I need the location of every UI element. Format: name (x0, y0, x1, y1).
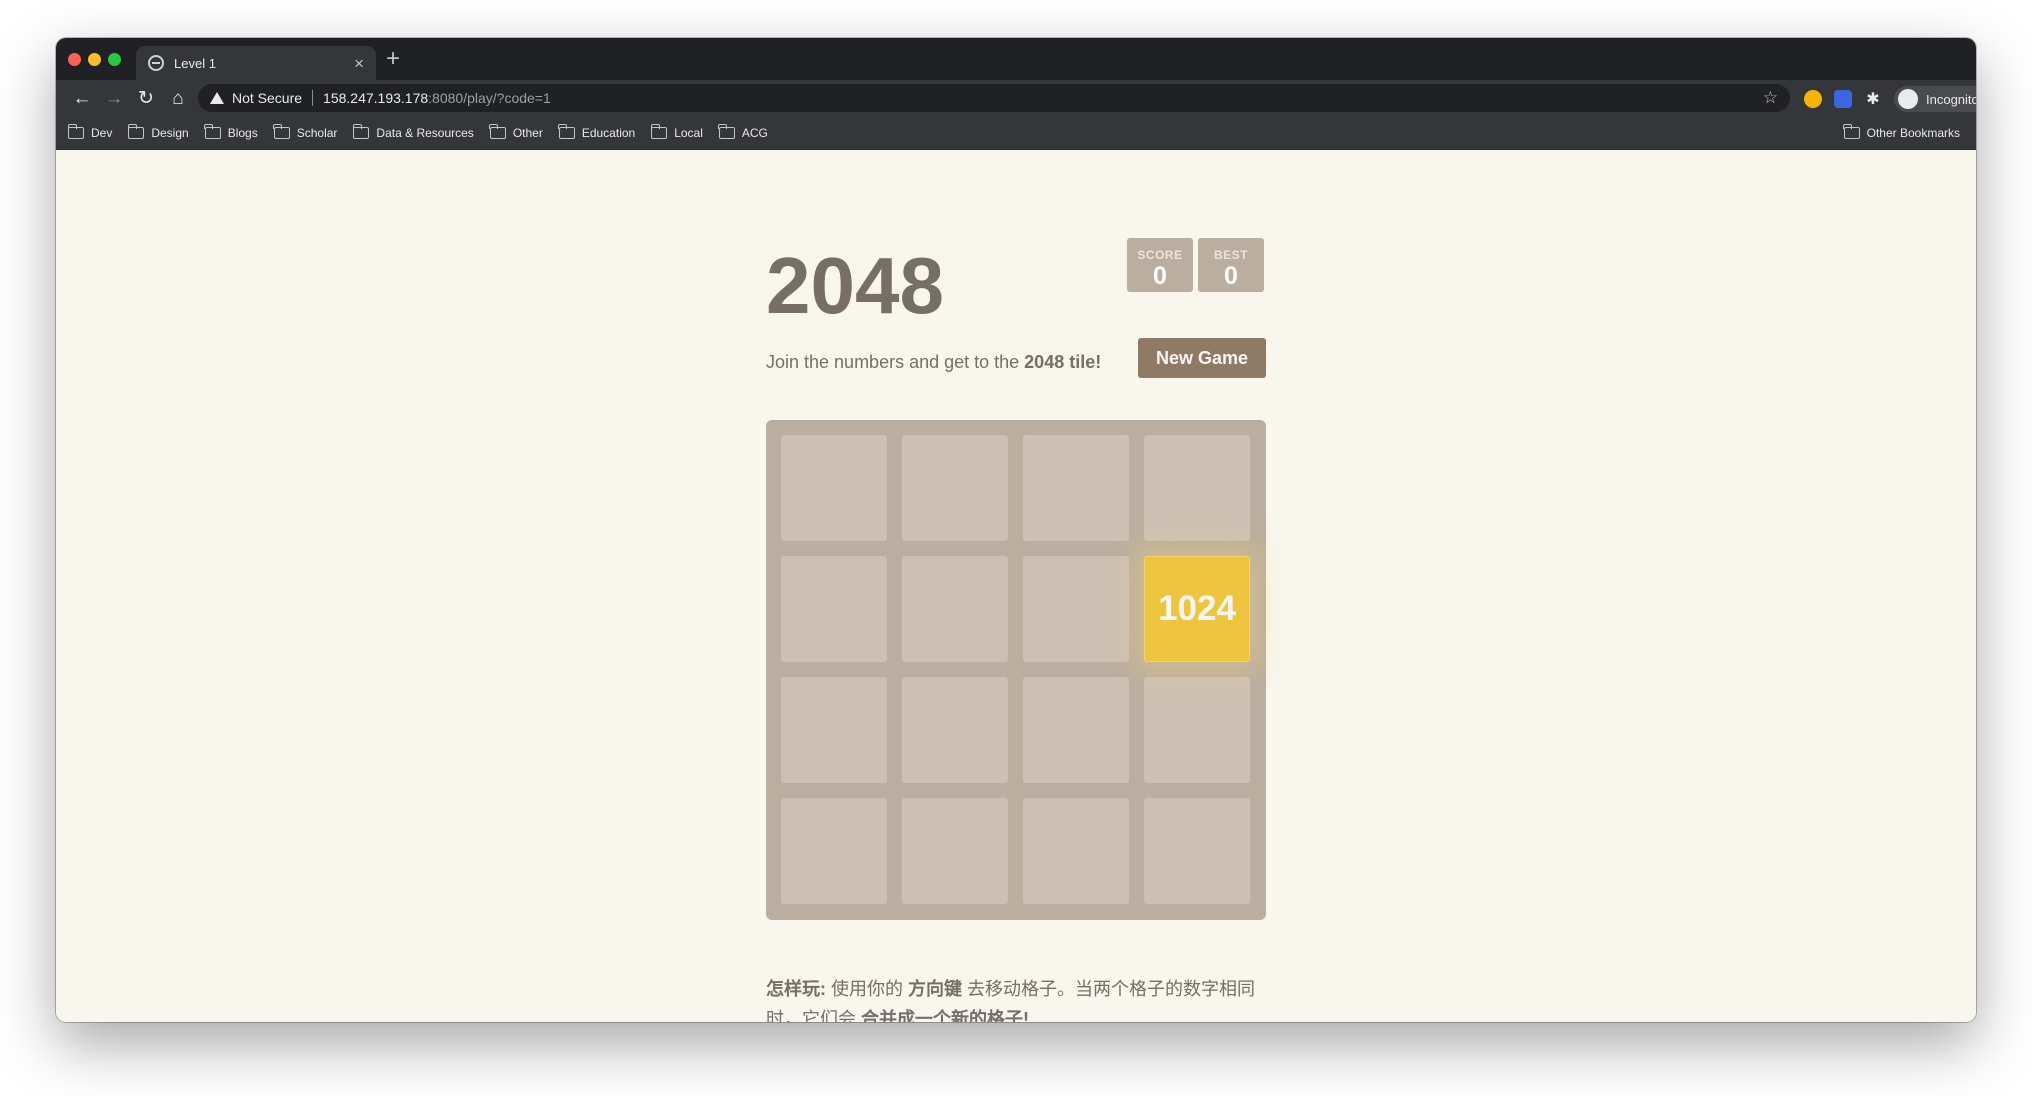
bookmark-label: Other Bookmarks (1866, 125, 1960, 140)
grid-cell (902, 435, 1008, 541)
globe-icon (148, 55, 164, 71)
grid-cell (1023, 435, 1129, 541)
score-box: SCORE 0 (1127, 238, 1193, 292)
extension-shield-icon[interactable] (1834, 90, 1852, 108)
bookmark-star-icon[interactable]: ☆ (1763, 88, 1778, 108)
bookmark-design[interactable]: Design (127, 123, 189, 140)
tab-level-1[interactable]: Level 1 × (136, 46, 376, 80)
bookmark-dev[interactable]: Dev (67, 123, 113, 140)
bookmark-label: Data & Resources (376, 125, 474, 140)
grid-cell (902, 556, 1008, 662)
extensions-area: ✱ Incognito ⋮ (1804, 86, 1976, 112)
bookmark-label: Blogs (227, 125, 258, 140)
url-path[interactable]: :8080/play/?code=1 (428, 90, 551, 106)
folder-icon (273, 123, 290, 139)
grid-cell (781, 435, 887, 541)
how-to-label: 怎样玩: (766, 979, 826, 999)
bookmark-acg[interactable]: ACG (718, 123, 768, 140)
home-icon[interactable]: ⌂ (162, 89, 194, 108)
folder-icon (650, 123, 668, 139)
folder-icon (489, 123, 506, 139)
how-to-merge: 合并成一个新的格子! (861, 1009, 1030, 1022)
folder-icon (558, 123, 575, 139)
grid-cell (902, 677, 1008, 783)
incognito-icon (1898, 89, 1918, 109)
folder-icon (204, 123, 221, 139)
browser-toolbar: ← → ↻ ⌂ Not Secure 158.247.193.178 :8080… (56, 80, 1976, 116)
grid-cell (902, 798, 1008, 904)
browser-window: Level 1 × + ← → ↻ ⌂ Not Secure 158.247.1… (56, 38, 1976, 1022)
omnibox-divider (312, 90, 314, 106)
bookmark-label: Design (151, 125, 189, 140)
best-value: 0 (1224, 262, 1238, 290)
bookmarks-bar: Dev Design Blogs Scholar Data & Resource… (56, 116, 1976, 150)
grid-cell (781, 798, 887, 904)
warning-icon (210, 92, 224, 104)
tab-strip: Level 1 × + (56, 38, 1976, 80)
folder-icon (67, 123, 84, 139)
new-game-button[interactable]: New Game (1138, 338, 1266, 378)
grid-cell (1023, 798, 1129, 904)
bookmark-local[interactable]: Local (650, 123, 703, 140)
folder-icon (127, 123, 145, 139)
game-page: 2048 SCORE 0 BEST 0 Join the numbers and… (56, 150, 1976, 1022)
how-to-keys: 方向键 (908, 979, 963, 999)
grid-cell (1023, 556, 1129, 662)
intro-goal: 2048 tile! (1024, 352, 1102, 372)
folder-icon (718, 123, 735, 139)
how-to-play: 怎样玩: 使用你的 方向键 去移动格子。当两个格子的数字相同时，它们会 合并成一… (766, 974, 1266, 1022)
reload-icon[interactable]: ↻ (130, 89, 162, 108)
grid-cell (1023, 677, 1129, 783)
bookmark-scholar[interactable]: Scholar (273, 123, 338, 140)
not-secure-label[interactable]: Not Secure (232, 90, 302, 106)
incognito-label: Incognito (1926, 91, 1976, 107)
url-host[interactable]: 158.247.193.178 (323, 90, 428, 106)
best-score-box: BEST 0 (1198, 238, 1264, 292)
incognito-profile-button[interactable]: Incognito (1894, 86, 1976, 112)
bookmark-label: Dev (91, 125, 113, 140)
best-label: BEST (1213, 248, 1248, 262)
forward-arrow-icon[interactable]: → (98, 89, 130, 108)
how-to-text-1: 使用你的 (826, 979, 909, 999)
bookmark-data-resources[interactable]: Data & Resources (352, 123, 474, 140)
bookmark-label: Education (581, 125, 636, 140)
folder-icon (352, 123, 370, 139)
bookmark-label: Local (674, 125, 703, 140)
game-intro: Join the numbers and get to the 2048 til… (766, 350, 1101, 374)
minimize-window-button[interactable] (88, 53, 101, 66)
bookmark-other[interactable]: Other (489, 123, 543, 140)
game-board[interactable]: 1024 (766, 420, 1266, 920)
game-title: 2048 (766, 241, 944, 330)
bookmark-label: ACG (741, 125, 768, 140)
extension-key-icon[interactable] (1804, 90, 1822, 108)
intro-text: Join the numbers and get to the (766, 352, 1025, 372)
close-tab-icon[interactable]: × (354, 55, 364, 72)
new-tab-button[interactable]: + (386, 47, 400, 71)
grid-cell (1144, 677, 1250, 783)
bookmark-blogs[interactable]: Blogs (204, 123, 258, 140)
back-arrow-icon[interactable]: ← (66, 89, 98, 108)
bookmark-education[interactable]: Education (558, 123, 636, 140)
maximize-window-button[interactable] (108, 53, 121, 66)
grid-cell (781, 556, 887, 662)
score-value: 0 (1153, 262, 1167, 290)
bookmark-label: Scholar (296, 125, 338, 140)
grid-cell (781, 677, 887, 783)
extensions-puzzle-icon[interactable]: ✱ (1864, 89, 1882, 109)
tile-1024: 1024 (1144, 556, 1250, 662)
grid-cell (1144, 798, 1250, 904)
grid-cell (1144, 435, 1250, 541)
address-bar[interactable]: Not Secure 158.247.193.178 :8080/play/?c… (198, 84, 1790, 112)
close-window-button[interactable] (68, 53, 81, 66)
bookmark-label: Other (512, 125, 543, 140)
folder-icon (1843, 123, 1860, 139)
bookmark-other-bookmarks[interactable]: Other Bookmarks (1843, 123, 1960, 140)
score-label: SCORE (1137, 248, 1183, 262)
tab-title: Level 1 (174, 55, 216, 71)
